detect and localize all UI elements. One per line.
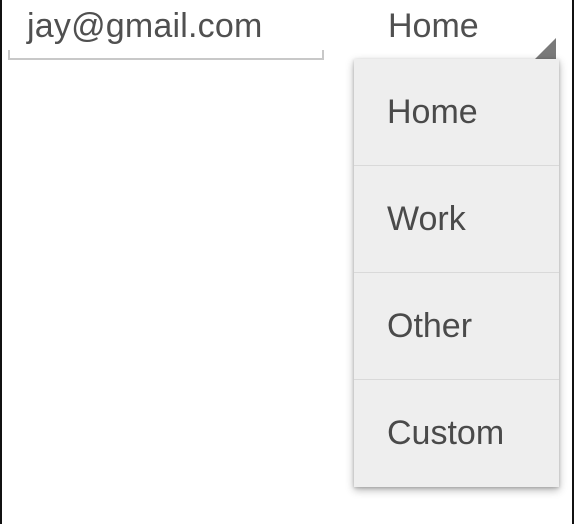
menu-item-home[interactable]: Home [354, 59, 559, 166]
menu-item-other[interactable]: Other [354, 273, 559, 380]
type-dropdown-menu: Home Work Other Custom [354, 59, 559, 487]
email-value: jay@gmail.com [27, 7, 263, 45]
menu-item-work[interactable]: Work [354, 166, 559, 273]
menu-item-custom[interactable]: Custom [354, 380, 559, 487]
dropdown-triangle-icon [534, 38, 556, 60]
email-type-spinner[interactable]: Home [352, 0, 560, 60]
spinner-selected-value: Home [388, 7, 479, 45]
email-field[interactable]: jay@gmail.com [8, 0, 324, 60]
